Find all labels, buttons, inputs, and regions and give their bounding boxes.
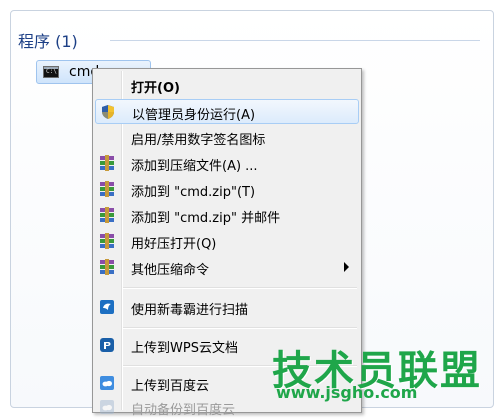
menu-item-other-compress-commands[interactable]: 其他压缩命令 (95, 255, 359, 280)
menu-item-label: 添加到 "cmd.zip" 并邮件 (131, 211, 281, 226)
menu-item-label: 添加到 "cmd.zip"(T) (131, 185, 256, 200)
archive-icon (99, 233, 115, 249)
menu-separator (123, 287, 357, 289)
menu-item-label: 上传到WPS云文档 (131, 341, 238, 356)
menu-item-label: 以管理员身份运行(A) (132, 108, 256, 123)
shield-icon (100, 104, 116, 120)
watermark-url: www.jsgho.com (276, 383, 418, 402)
archive-icon (99, 181, 115, 197)
menu-separator (123, 327, 357, 329)
menu-item-run-as-admin[interactable]: 以管理员身份运行(A) (95, 99, 359, 124)
menu-item-label: 其他压缩命令 (131, 263, 210, 278)
menu-item-label: 启用/禁用数字签名图标 (131, 133, 266, 148)
submenu-arrow-icon (344, 262, 349, 272)
menu-item-scan-with-antivirus[interactable]: 使用新毒霸进行扫描 (95, 295, 359, 320)
archive-icon (99, 155, 115, 171)
menu-item-add-to-cmd-zip[interactable]: 添加到 "cmd.zip"(T) (95, 177, 359, 202)
menu-item-label: 使用新毒霸进行扫描 (131, 303, 249, 318)
menu-item-toggle-signature-icon[interactable]: 启用/禁用数字签名图标 (95, 125, 359, 150)
antivirus-icon (99, 299, 115, 315)
menu-item-open[interactable]: 打开(O) (95, 73, 359, 98)
menu-item-label: 用好压打开(Q) (131, 237, 217, 252)
baidu-cloud-icon (99, 375, 115, 391)
cmd-icon: C:\ (43, 66, 59, 78)
section-divider (110, 40, 480, 41)
wps-cloud-icon (99, 337, 115, 353)
baidu-cloud-icon (99, 399, 115, 415)
archive-icon (99, 259, 115, 275)
section-title: 程序 (1) (18, 32, 78, 51)
menu-item-label: 打开(O) (131, 81, 180, 96)
archive-icon (99, 207, 115, 223)
menu-item-label: 上传到百度云 (131, 379, 210, 394)
menu-item-open-with-haozip[interactable]: 用好压打开(Q) (95, 229, 359, 254)
menu-item-add-to-zip-and-email[interactable]: 添加到 "cmd.zip" 并邮件 (95, 203, 359, 228)
menu-item-add-to-archive[interactable]: 添加到压缩文件(A) ... (95, 151, 359, 176)
menu-item-label: 添加到压缩文件(A) ... (131, 159, 258, 174)
